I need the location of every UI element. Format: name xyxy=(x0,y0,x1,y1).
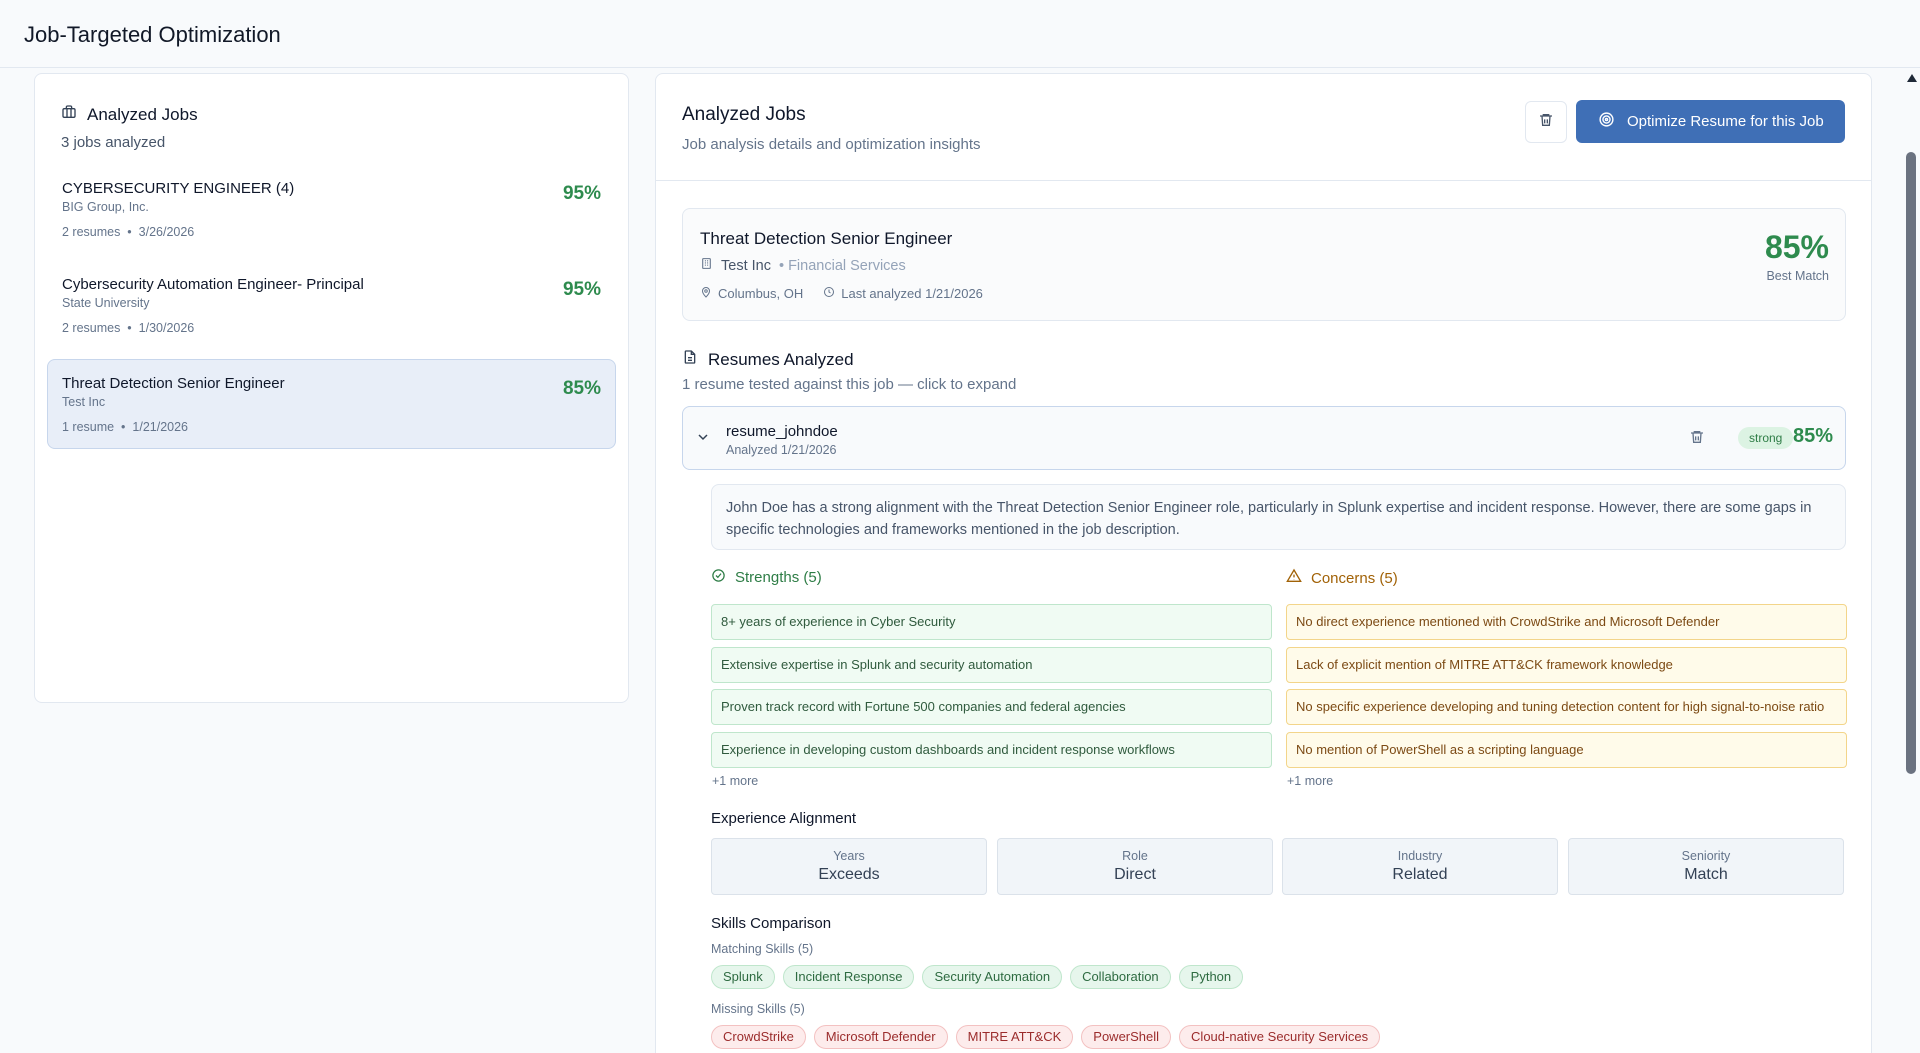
job-score: 95% xyxy=(562,279,601,300)
map-pin-icon xyxy=(700,286,712,301)
job-item-selected[interactable]: Threat Detection Senior Engineer Test In… xyxy=(47,359,616,449)
resume-name: resume_johndoe xyxy=(726,423,838,440)
target-icon xyxy=(1598,111,1615,132)
divider xyxy=(656,180,1871,181)
skill-chip: Incident Response xyxy=(782,965,915,989)
concerns-heading: Concerns (5) xyxy=(1286,568,1398,588)
jobs-list-panel: Analyzed Jobs 3 jobs analyzed CYBERSECUR… xyxy=(34,73,629,703)
resume-score: 85% xyxy=(1792,425,1833,447)
page-scrollbar[interactable] xyxy=(1902,68,1920,1053)
building-icon xyxy=(700,257,713,274)
best-match-score: 85% xyxy=(1764,229,1829,265)
matching-skills-label: Matching Skills (5) xyxy=(711,942,814,956)
scroll-up-arrow-icon[interactable] xyxy=(1907,74,1917,82)
jobs-list-title: Analyzed Jobs xyxy=(87,104,198,124)
resume-row[interactable]: resume_johndoe Analyzed 1/21/2026 strong… xyxy=(682,406,1846,470)
job-detail-panel: Analyzed Jobs Job analysis details and o… xyxy=(655,73,1872,1053)
briefcase-icon xyxy=(61,104,77,125)
job-summary-card: Threat Detection Senior Engineer Test In… xyxy=(682,208,1846,321)
resume-date: Analyzed 1/21/2026 xyxy=(726,443,837,457)
experience-role: Role Direct xyxy=(997,838,1273,895)
job-company: State University xyxy=(62,296,150,310)
job-company: Test Inc xyxy=(62,395,106,409)
scrollbar-thumb[interactable] xyxy=(1906,152,1916,774)
page-title: Job-Targeted Optimization xyxy=(24,22,281,47)
skill-chip: PowerShell xyxy=(1081,1025,1172,1049)
best-match-label: Best Match xyxy=(1766,269,1829,283)
skill-chip: Collaboration xyxy=(1070,965,1171,989)
trash-icon xyxy=(1538,112,1554,133)
job-company: BIG Group, Inc. xyxy=(62,200,149,214)
optimize-resume-button[interactable]: Optimize Resume for this Job xyxy=(1576,100,1845,143)
matching-skills: Splunk Incident Response Security Automa… xyxy=(711,965,1244,989)
concern-item: No specific experience developing and tu… xyxy=(1286,689,1847,725)
experience-years: Years Exceeds xyxy=(711,838,987,895)
job-card-company: Test Inc • Financial Services xyxy=(700,257,906,274)
skill-chip: MITRE ATT&CK xyxy=(955,1025,1074,1049)
skills-heading: Skills Comparison xyxy=(711,915,832,932)
resume-summary: John Doe has a strong alignment with the… xyxy=(711,484,1846,550)
strengths-heading: Strengths (5) xyxy=(711,568,822,587)
document-icon xyxy=(682,349,698,370)
skill-chip: Microsoft Defender xyxy=(813,1025,948,1049)
concern-item: No direct experience mentioned with Crow… xyxy=(1286,604,1847,640)
jobs-count: 3 jobs analyzed xyxy=(61,134,166,151)
strength-item: Experience in developing custom dashboar… xyxy=(711,732,1272,768)
job-card-industry: • Financial Services xyxy=(778,257,906,274)
experience-industry: Industry Related xyxy=(1282,838,1558,895)
job-item[interactable]: CYBERSECURITY ENGINEER (4) BIG Group, In… xyxy=(47,164,616,254)
experience-seniority: Seniority Match xyxy=(1568,838,1844,895)
strength-item: Proven track record with Fortune 500 com… xyxy=(711,689,1272,725)
strength-item: 8+ years of experience in Cyber Security xyxy=(711,604,1272,640)
clock-icon xyxy=(823,286,835,301)
skill-chip: Python xyxy=(1178,965,1244,989)
resumes-heading: Resumes Analyzed xyxy=(682,349,854,370)
job-card-meta: Columbus, OH Last analyzed 1/21/2026 xyxy=(700,286,983,301)
concern-item: No mention of PowerShell as a scripting … xyxy=(1286,732,1847,768)
job-title: Cybersecurity Automation Engineer- Princ… xyxy=(62,276,364,293)
app-header: Job-Targeted Optimization xyxy=(0,0,1920,68)
missing-skills-label: Missing Skills (5) xyxy=(711,1002,805,1016)
delete-job-button[interactable] xyxy=(1525,101,1567,143)
job-card-title: Threat Detection Senior Engineer xyxy=(700,229,953,248)
job-meta: 2 resumes • 3/26/2026 xyxy=(62,225,195,239)
status-badge: strong xyxy=(1738,427,1794,449)
job-score: 95% xyxy=(562,183,601,204)
skill-chip: CrowdStrike xyxy=(711,1025,806,1049)
job-title: Threat Detection Senior Engineer xyxy=(62,375,285,392)
concerns-more-link[interactable]: +1 more xyxy=(1287,774,1333,788)
chevron-down-icon[interactable] xyxy=(695,429,711,450)
strengths-more-link[interactable]: +1 more xyxy=(712,774,758,788)
detail-subtitle: Job analysis details and optimization in… xyxy=(682,136,981,153)
strength-item: Extensive expertise in Splunk and securi… xyxy=(711,647,1272,683)
warning-icon xyxy=(1286,568,1302,588)
job-score: 85% xyxy=(562,378,601,399)
skill-chip: Security Automation xyxy=(922,965,1063,989)
job-meta: 1 resume • 1/21/2026 xyxy=(62,420,188,434)
resumes-subtitle: 1 resume tested against this job — click… xyxy=(682,376,1017,393)
check-circle-icon xyxy=(711,568,726,587)
delete-resume-icon[interactable] xyxy=(1689,429,1705,450)
detail-title: Analyzed Jobs xyxy=(682,104,806,125)
experience-heading: Experience Alignment xyxy=(711,810,857,827)
concern-item: Lack of explicit mention of MITRE ATT&CK… xyxy=(1286,647,1847,683)
job-item[interactable]: Cybersecurity Automation Engineer- Princ… xyxy=(47,260,616,350)
jobs-list-heading: Analyzed Jobs xyxy=(61,104,198,125)
skill-chip: Cloud-native Security Services xyxy=(1179,1025,1381,1049)
optimize-label: Optimize Resume for this Job xyxy=(1627,113,1824,130)
job-title: CYBERSECURITY ENGINEER (4) xyxy=(62,180,295,197)
job-meta: 2 resumes • 1/30/2026 xyxy=(62,321,195,335)
missing-skills: CrowdStrike Microsoft Defender MITRE ATT… xyxy=(711,1025,1381,1049)
skill-chip: Splunk xyxy=(711,965,775,989)
